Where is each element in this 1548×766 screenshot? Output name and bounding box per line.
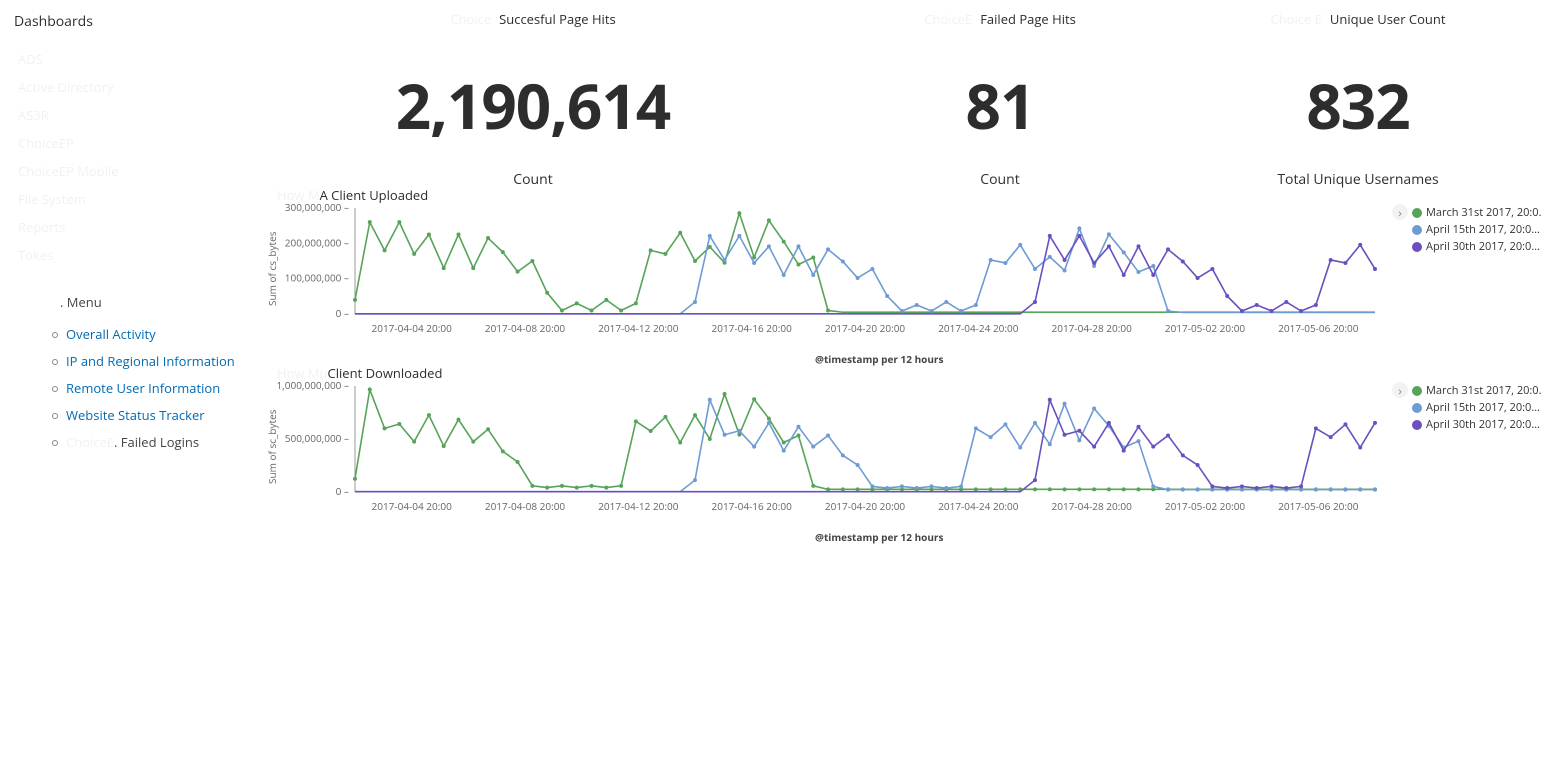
bullet-icon bbox=[52, 332, 58, 338]
svg-text:500,000,000 –: 500,000,000 – bbox=[285, 431, 349, 445]
svg-text:2017-05-02 20:00: 2017-05-02 20:00 bbox=[1165, 499, 1246, 513]
svg-text:2017-04-28 20:00: 2017-04-28 20:00 bbox=[1052, 321, 1133, 335]
sidebar-menu-link[interactable]: Remote User Information bbox=[66, 375, 220, 402]
chart-upload: How MA Client Uploaded Sum of cs_bytes 0… bbox=[245, 186, 1548, 364]
metric-title: ChoiceSuccesful Page Hits bbox=[245, 10, 821, 28]
bullet-icon bbox=[52, 359, 58, 365]
metric-title: Choice EUnique User Count bbox=[1179, 10, 1537, 28]
sidebar-menu-link[interactable]: IP and Regional Information bbox=[66, 348, 235, 375]
metric-unique: Choice EUnique User Count 832 Total Uniq… bbox=[1179, 6, 1537, 186]
svg-text:0 –: 0 – bbox=[336, 484, 349, 498]
metric-value: 81 bbox=[821, 64, 1179, 148]
sidebar-menu-link[interactable]: Overall Activity bbox=[66, 321, 156, 348]
metric-successful: ChoiceSuccesful Page Hits 2,190,614 Coun… bbox=[245, 6, 821, 186]
chart-legend: March 31st 2017, 20:0…April 15th 2017, 2… bbox=[1412, 382, 1542, 433]
legend-item[interactable]: March 31st 2017, 20:0… bbox=[1412, 204, 1542, 221]
sidebar-menu-link[interactable]: Website Status Tracker bbox=[66, 402, 205, 429]
chart-svg: 0 – 100,000,000 – 200,000,000 – 300,000,000… bbox=[265, 204, 1385, 344]
sidebar-menu-item[interactable]: ChoiceE. Failed Logins bbox=[52, 429, 235, 456]
metric-failed: ChoiceEFailed Page Hits 81 Count bbox=[821, 6, 1179, 186]
legend-item[interactable]: April 30th 2017, 20:0… bbox=[1412, 238, 1542, 255]
svg-text:2017-05-02 20:00: 2017-05-02 20:00 bbox=[1165, 321, 1246, 335]
svg-text:300,000,000 –: 300,000,000 – bbox=[285, 204, 349, 214]
svg-text:200,000,000 –: 200,000,000 – bbox=[285, 235, 349, 249]
bullet-icon bbox=[52, 413, 58, 419]
svg-text:2017-04-24 20:00: 2017-04-24 20:00 bbox=[938, 321, 1019, 335]
legend-item[interactable]: April 30th 2017, 20:0… bbox=[1412, 416, 1542, 433]
svg-text:2017-04-12 20:00: 2017-04-12 20:00 bbox=[598, 499, 679, 513]
sidebar: Dashboards ADSActive DirectoryAS3RChoice… bbox=[0, 0, 245, 766]
legend-color-icon bbox=[1412, 386, 1422, 396]
svg-text:2017-04-16 20:00: 2017-04-16 20:00 bbox=[712, 321, 793, 335]
svg-text:1,000,000,000 –: 1,000,000,000 – bbox=[276, 382, 349, 392]
legend-color-icon bbox=[1412, 420, 1422, 430]
svg-text:0 –: 0 – bbox=[336, 306, 349, 320]
sidebar-menu-item[interactable]: IP and Regional Information bbox=[52, 348, 235, 375]
sidebar-faded-item: AS3R bbox=[18, 101, 235, 129]
svg-text:2017-04-16 20:00: 2017-04-16 20:00 bbox=[712, 499, 793, 513]
chart-title: How MA Client Uploaded bbox=[277, 186, 428, 204]
sidebar-faded-item: ChoiceEP bbox=[18, 129, 235, 157]
main: ChoiceSuccesful Page Hits 2,190,614 Coun… bbox=[245, 0, 1548, 766]
sidebar-faded-list: ADSActive DirectoryAS3RChoiceEPChoiceEP … bbox=[10, 45, 235, 269]
metric-value: 2,190,614 bbox=[245, 64, 821, 148]
legend-toggle-icon[interactable]: › bbox=[1392, 382, 1408, 398]
chart-download: How MuClient Downloaded Sum of sc_bytes … bbox=[245, 364, 1548, 542]
svg-text:2017-04-08 20:00: 2017-04-08 20:00 bbox=[485, 321, 566, 335]
svg-text:2017-05-06 20:00: 2017-05-06 20:00 bbox=[1278, 499, 1359, 513]
svg-text:2017-04-20 20:00: 2017-04-20 20:00 bbox=[825, 499, 906, 513]
legend-item[interactable]: April 15th 2017, 20:0… bbox=[1412, 221, 1542, 238]
legend-color-icon bbox=[1412, 403, 1422, 413]
svg-text:2017-04-20 20:00: 2017-04-20 20:00 bbox=[825, 321, 906, 335]
chart-title: How MuClient Downloaded bbox=[277, 364, 442, 382]
sidebar-faded-item: Tokes bbox=[18, 241, 235, 269]
bullet-icon bbox=[52, 440, 58, 446]
legend-item[interactable]: March 31st 2017, 20:0… bbox=[1412, 382, 1542, 399]
sidebar-faded-item: ChoiceEP Mobile bbox=[18, 157, 235, 185]
svg-text:2017-04-04 20:00: 2017-04-04 20:00 bbox=[372, 321, 453, 335]
sidebar-faded-item: Active Directory bbox=[18, 73, 235, 101]
svg-text:2017-04-08 20:00: 2017-04-08 20:00 bbox=[485, 499, 566, 513]
metric-value: 832 bbox=[1179, 64, 1537, 148]
svg-text:2017-04-24 20:00: 2017-04-24 20:00 bbox=[938, 499, 1019, 513]
svg-text:100,000,000 –: 100,000,000 – bbox=[285, 271, 349, 285]
sidebar-title: Dashboards bbox=[10, 12, 235, 31]
svg-text:2017-05-06 20:00: 2017-05-06 20:00 bbox=[1278, 321, 1359, 335]
sidebar-menu: Overall ActivityIP and Regional Informat… bbox=[10, 321, 235, 456]
sidebar-faded-item: ADS bbox=[18, 45, 235, 73]
chart-xlabel: @timestamp per 12 hours bbox=[815, 530, 943, 544]
metric-title: ChoiceEFailed Page Hits bbox=[821, 10, 1179, 28]
svg-text:2017-04-04 20:00: 2017-04-04 20:00 bbox=[372, 499, 453, 513]
legend-toggle-icon[interactable]: › bbox=[1392, 204, 1408, 220]
legend-item[interactable]: April 15th 2017, 20:0… bbox=[1412, 399, 1542, 416]
legend-color-icon bbox=[1412, 208, 1422, 218]
sidebar-menu-item[interactable]: Overall Activity bbox=[52, 321, 235, 348]
sidebar-menu-label: . Menu bbox=[60, 293, 235, 311]
sidebar-menu-item[interactable]: Website Status Tracker bbox=[52, 402, 235, 429]
sidebar-faded-item: File System bbox=[18, 185, 235, 213]
chart-legend: March 31st 2017, 20:0…April 15th 2017, 2… bbox=[1412, 204, 1542, 255]
sidebar-faded-item: Reports bbox=[18, 213, 235, 241]
svg-text:2017-04-28 20:00: 2017-04-28 20:00 bbox=[1052, 499, 1133, 513]
legend-color-icon bbox=[1412, 225, 1422, 235]
metrics-row: ChoiceSuccesful Page Hits 2,190,614 Coun… bbox=[245, 6, 1548, 186]
legend-color-icon bbox=[1412, 242, 1422, 252]
chart-svg: 0 – 500,000,000 – 1,000,000,000 – 2017-04-0… bbox=[265, 382, 1385, 522]
svg-text:2017-04-12 20:00: 2017-04-12 20:00 bbox=[598, 321, 679, 335]
bullet-icon bbox=[52, 386, 58, 392]
sidebar-menu-item[interactable]: Remote User Information bbox=[52, 375, 235, 402]
